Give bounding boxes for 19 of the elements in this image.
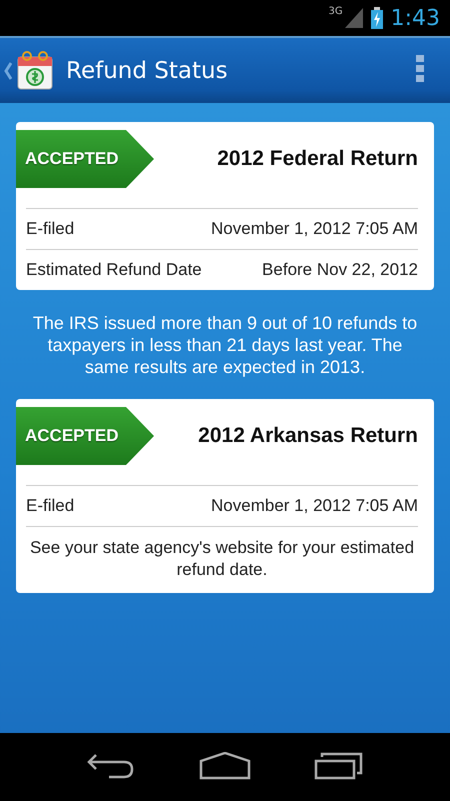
row-value: Before Nov 22, 2012 — [262, 260, 418, 280]
row-value: November 1, 2012 7:05 AM — [211, 496, 418, 516]
return-title: 2012 Federal Return — [216, 147, 419, 171]
info-text: The IRS issued more than 9 out of 10 refunds to taxpayers in less than 21 days last year. The same results are expected in 2013. — [32, 312, 418, 378]
battery-icon — [370, 7, 383, 29]
row-label: Estimated Refund Date — [26, 260, 202, 280]
refund-note: See your state agency's website for your estimated refund date. — [26, 526, 418, 593]
chevron-icon — [4, 62, 12, 80]
row-value: November 1, 2012 7:05 AM — [211, 219, 418, 239]
row-label: E-filed — [26, 496, 74, 516]
signal-icon — [344, 8, 363, 28]
network-label: 3G — [328, 6, 343, 17]
return-title: 2012 Arkansas Return — [197, 424, 419, 448]
accepted-badge: ACCEPTED — [16, 130, 154, 188]
overflow-menu-icon — [416, 55, 424, 83]
clock: 1:43 — [390, 6, 440, 30]
accepted-badge: ACCEPTED — [16, 407, 154, 465]
screen-title: Refund Status — [66, 58, 229, 84]
row-label: E-filed — [26, 219, 74, 239]
